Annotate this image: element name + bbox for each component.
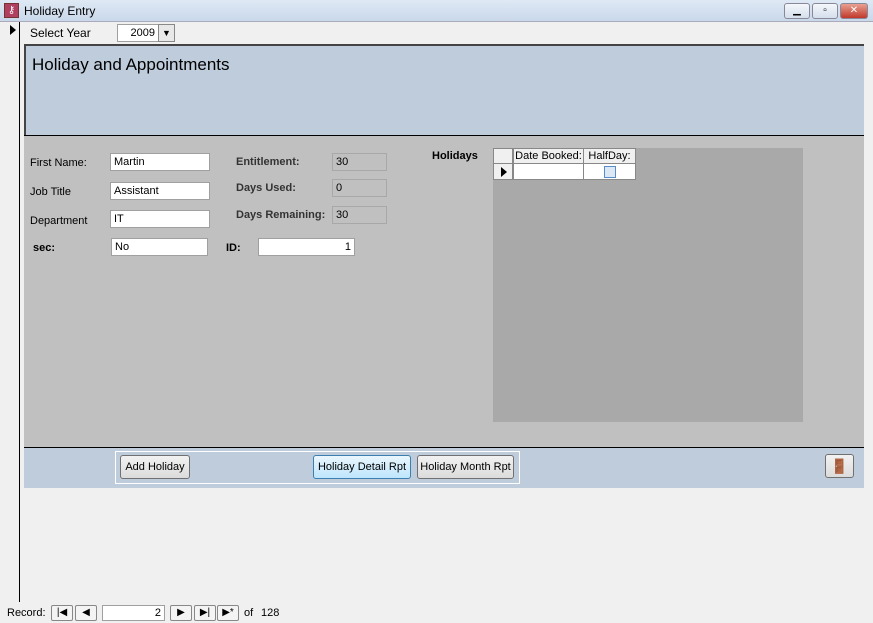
page-title: Holiday and Appointments: [32, 55, 230, 74]
record-selector[interactable]: [0, 22, 20, 602]
current-row-icon: [501, 167, 507, 177]
holiday-detail-rpt-button[interactable]: Holiday Detail Rpt: [313, 455, 411, 479]
col-halfday[interactable]: HalfDay:: [583, 148, 636, 164]
first-name-label: First Name:: [30, 157, 87, 169]
form-header: Holiday and Appointments: [24, 44, 864, 135]
holidays-label: Holidays: [432, 150, 478, 162]
app-icon: ⚷: [4, 3, 19, 18]
close-icon[interactable]: ✕: [840, 3, 868, 19]
grid-corner: [493, 148, 513, 164]
sec-label: sec:: [33, 242, 56, 254]
department-label: Department: [30, 215, 88, 227]
first-name-field[interactable]: Martin: [110, 153, 210, 171]
days-remaining-field: 30: [332, 206, 387, 224]
days-remaining-label: Days Remaining:: [236, 209, 326, 221]
id-field[interactable]: 1: [258, 238, 355, 256]
holidays-subform: Date Booked: HalfDay:: [493, 148, 803, 422]
select-year-label: Select Year: [30, 26, 91, 40]
job-title-label: Job Title: [30, 186, 71, 198]
exit-door-icon[interactable]: 🚪: [825, 454, 854, 478]
restore-icon[interactable]: ▫: [812, 3, 838, 19]
record-label: Record:: [7, 607, 46, 619]
window-title: Holiday Entry: [24, 4, 96, 18]
current-record-icon: [10, 25, 16, 35]
year-combo[interactable]: 2009: [117, 24, 159, 42]
record-number-input[interactable]: 2: [102, 605, 165, 621]
halfday-cell[interactable]: [583, 163, 636, 180]
id-label: ID:: [226, 242, 241, 254]
date-booked-cell[interactable]: [513, 163, 584, 180]
row-selector[interactable]: [493, 163, 513, 180]
days-used-label: Days Used:: [236, 182, 296, 194]
new-record-button[interactable]: ▶*: [217, 605, 239, 621]
halfday-checkbox[interactable]: [604, 166, 616, 178]
days-used-field: 0: [332, 179, 387, 197]
first-record-button[interactable]: |◀: [51, 605, 73, 621]
department-field[interactable]: IT: [110, 210, 210, 228]
entitlement-label: Entitlement:: [236, 156, 300, 168]
col-date-booked[interactable]: Date Booked:: [513, 148, 584, 164]
record-total: 128: [261, 607, 280, 619]
next-record-button[interactable]: ▶: [170, 605, 192, 621]
holiday-month-rpt-button[interactable]: Holiday Month Rpt: [417, 455, 514, 479]
of-label: of: [244, 607, 254, 619]
entitlement-field: 30: [332, 153, 387, 171]
prev-record-button[interactable]: ◀: [75, 605, 97, 621]
title-bar: ⚷ Holiday Entry ▁ ▫ ✕: [0, 0, 873, 22]
minimize-icon[interactable]: ▁: [784, 3, 810, 19]
add-holiday-button[interactable]: Add Holiday: [120, 455, 190, 479]
dropdown-arrow-icon[interactable]: ▼: [158, 24, 175, 42]
job-title-field[interactable]: Assistant: [110, 182, 210, 200]
last-record-button[interactable]: ▶|: [194, 605, 216, 621]
sec-field[interactable]: No: [111, 238, 208, 256]
